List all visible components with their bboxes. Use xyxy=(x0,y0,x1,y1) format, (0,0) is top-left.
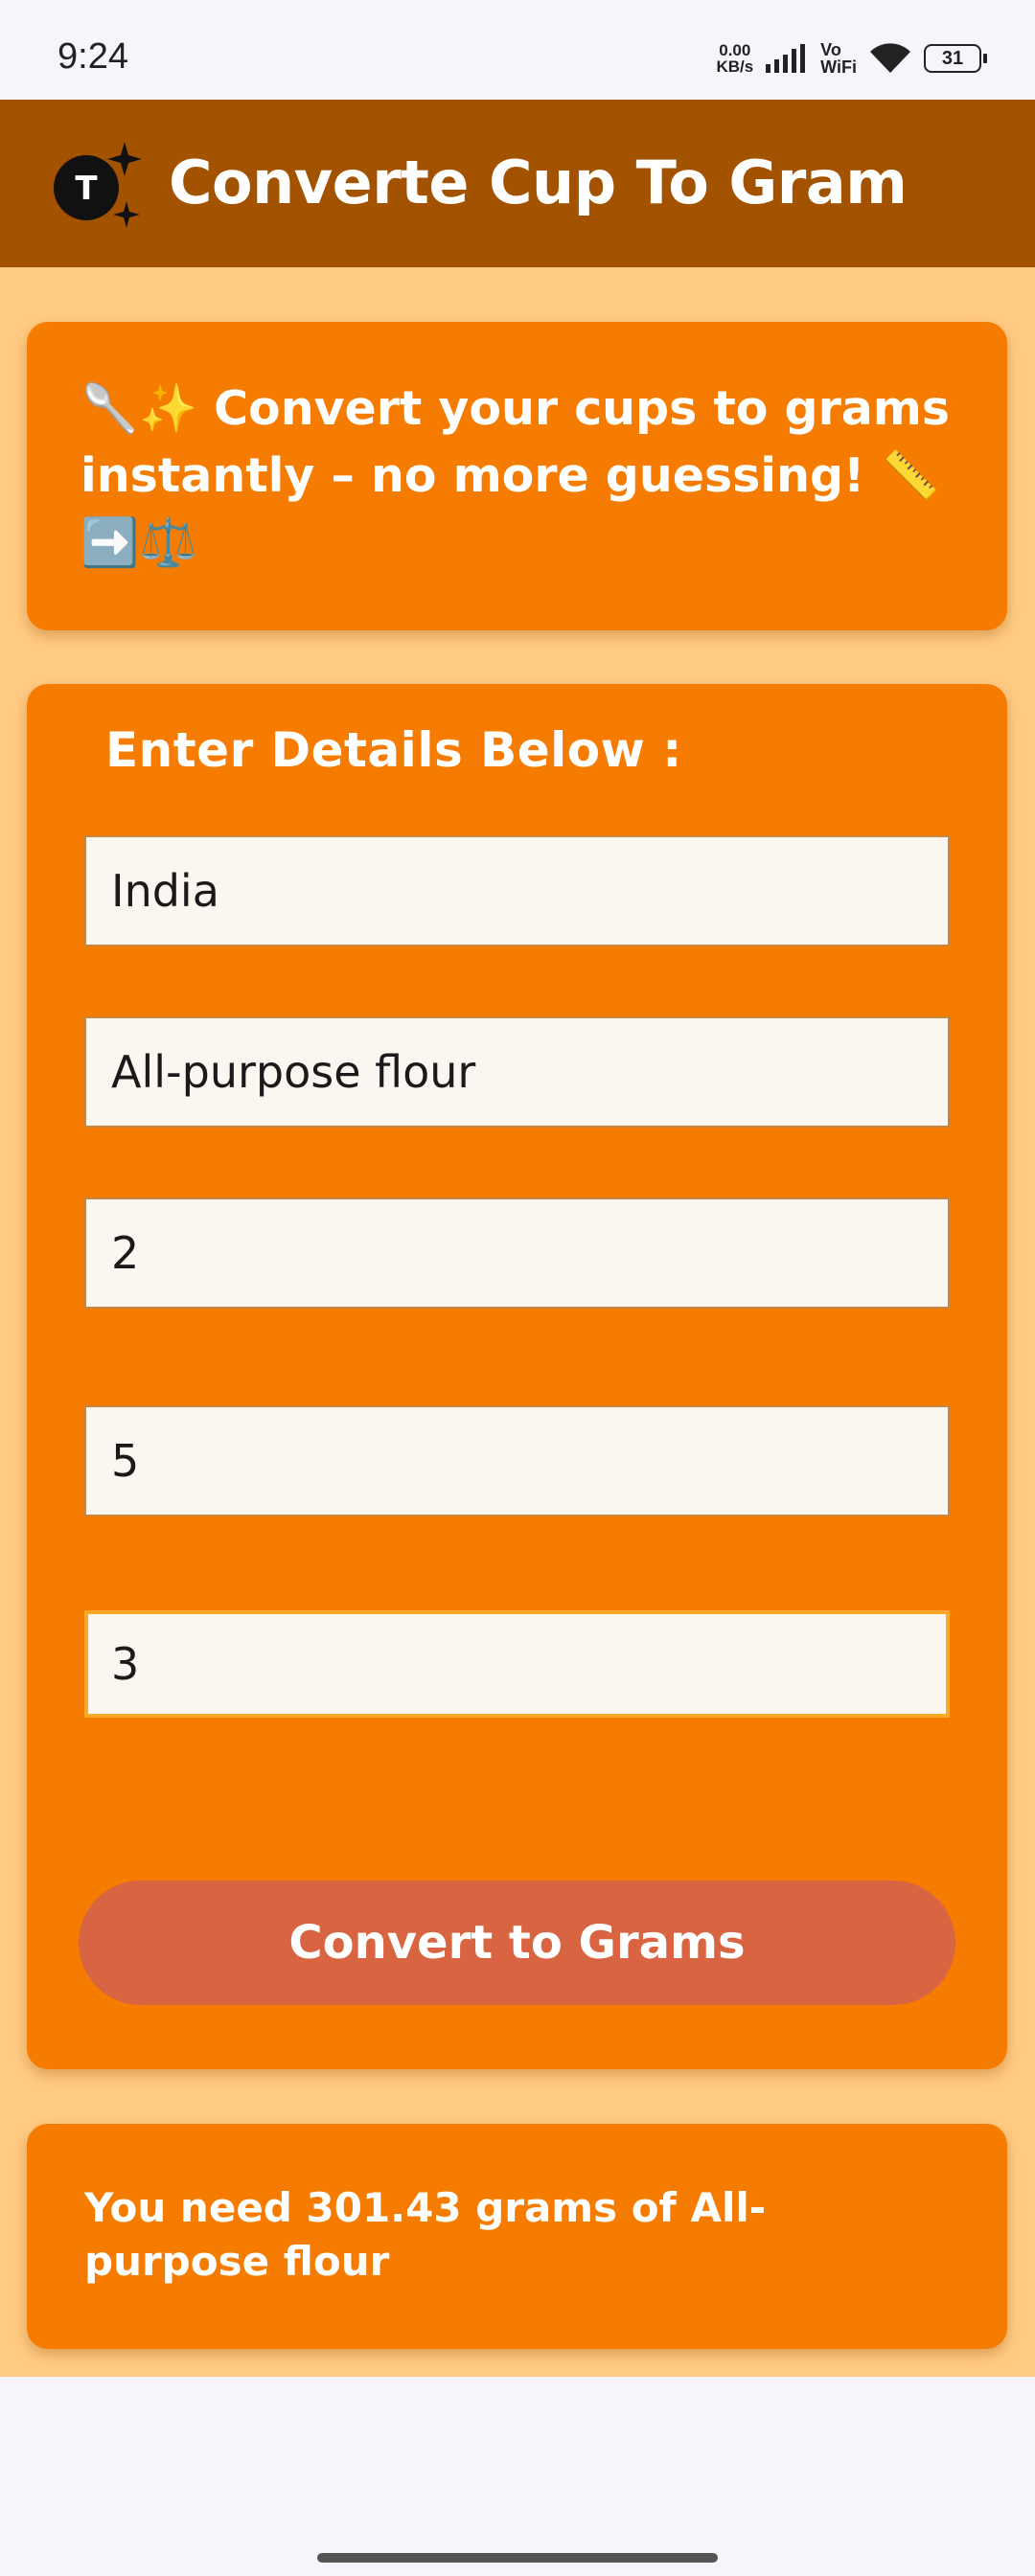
battery-icon: 31 xyxy=(924,44,987,73)
intro-card: 🥄✨ Convert your cups to grams instantly … xyxy=(27,322,1007,630)
ingredient-field-value: All-purpose flour xyxy=(111,1046,476,1098)
cellular-signal-icon xyxy=(766,44,806,73)
tablespoons-field[interactable]: 5 xyxy=(84,1405,950,1516)
teaspoons-field-value: 3 xyxy=(111,1638,140,1690)
country-field-value: India xyxy=(111,865,219,917)
cups-field[interactable]: 2 xyxy=(84,1197,950,1309)
ingredient-field[interactable]: All-purpose flour xyxy=(84,1016,950,1128)
status-time: 9:24 xyxy=(58,36,128,77)
status-bar: 9:24 0.00 KB/s Vo WiFi 31 xyxy=(0,0,1035,100)
intro-text: 🥄✨ Convert your cups to grams instantly … xyxy=(80,381,951,570)
status-icons: 0.00 KB/s Vo WiFi 31 xyxy=(716,38,987,79)
cups-field-value: 2 xyxy=(111,1227,140,1279)
home-indicator[interactable] xyxy=(317,2553,718,2563)
teaspoons-field[interactable]: 3 xyxy=(84,1610,950,1718)
network-speed: 0.00 KB/s xyxy=(716,42,753,75)
details-form-card: Enter Details Below : India All-purpose … xyxy=(27,684,1007,2069)
network-speed-value: 0.00 xyxy=(719,41,751,59)
vowifi-top: Vo xyxy=(820,40,841,59)
vowifi-indicator: Vo WiFi xyxy=(820,41,857,76)
main-content: 🥄✨ Convert your cups to grams instantly … xyxy=(0,267,1035,2377)
tablespoons-field-value: 5 xyxy=(111,1435,140,1487)
result-text: You need 301.43 grams of All-purpose flo… xyxy=(84,2184,767,2285)
app-title: Converte Cup To Gram xyxy=(169,148,908,217)
convert-button[interactable]: Convert to Grams xyxy=(79,1881,955,2005)
vowifi-bottom: WiFi xyxy=(820,57,857,77)
app-logo-letter: T xyxy=(75,170,98,208)
network-speed-unit: KB/s xyxy=(716,57,754,76)
app-logo-icon: T xyxy=(54,142,142,228)
navigation-bar xyxy=(0,2377,1035,2576)
battery-level: 31 xyxy=(941,47,964,69)
form-heading: Enter Details Below : xyxy=(105,722,682,778)
wifi-icon xyxy=(870,43,910,73)
country-field[interactable]: India xyxy=(84,835,950,946)
app-bar: T Converte Cup To Gram xyxy=(0,100,1035,267)
result-card: You need 301.43 grams of All-purpose flo… xyxy=(27,2124,1007,2349)
